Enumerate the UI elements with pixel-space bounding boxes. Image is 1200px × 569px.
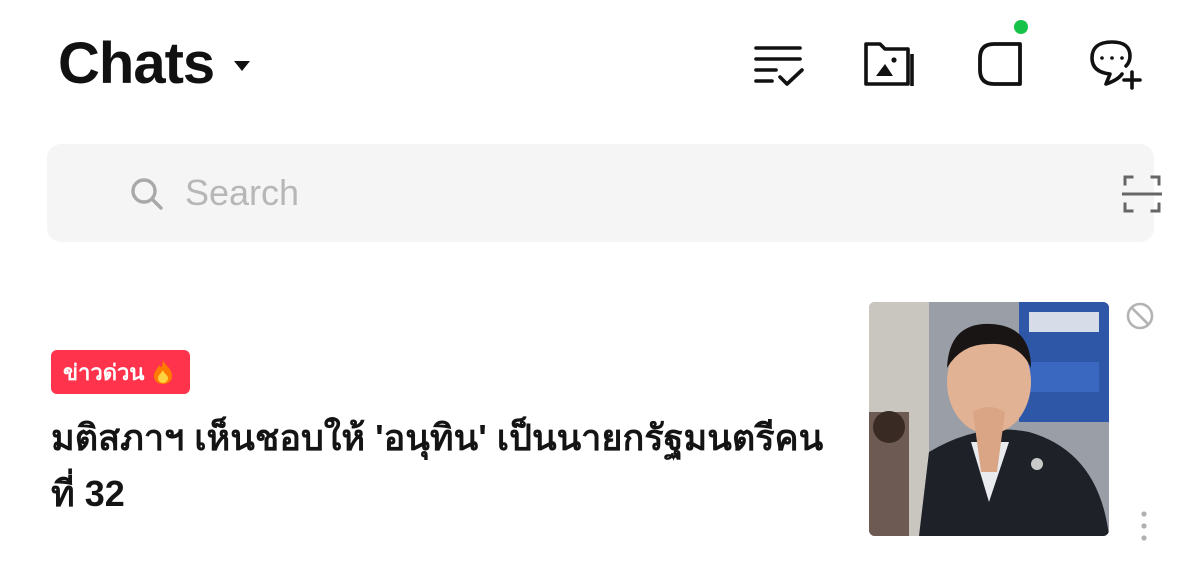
story-icon — [978, 42, 1022, 86]
new-chat-icon — [1090, 40, 1142, 90]
chats-screen: Chats Search ข่าวด่วน มติสภาฯ เห็นชอบให้… — [0, 0, 1200, 569]
news-thumbnail — [869, 302, 1109, 536]
page-title: Chats — [58, 31, 215, 96]
edit-list-icon — [754, 46, 804, 86]
caret-down-icon — [234, 61, 251, 71]
news-photo — [869, 302, 1109, 536]
badge-label: ข่าวด่วน — [63, 359, 145, 385]
qr-scan-icon[interactable] — [1122, 174, 1162, 214]
album-icon — [864, 42, 914, 86]
edit-chats-button[interactable] — [748, 34, 808, 94]
search-bar[interactable] — [47, 144, 1162, 242]
chats-title-dropdown[interactable]: Chats — [58, 30, 252, 98]
news-headline: มติสภาฯ เห็นชอบให้ 'อนุทิน' เป็นนายกรัฐม… — [51, 417, 824, 514]
search-input[interactable] — [185, 166, 1045, 220]
new-chat-button[interactable] — [1084, 34, 1144, 94]
story-button[interactable] — [970, 20, 1030, 94]
search-icon — [131, 178, 163, 210]
fire-icon — [154, 360, 173, 384]
album-button[interactable] — [858, 34, 918, 94]
breaking-news-badge: ข่าวด่วน — [51, 350, 191, 394]
hide-news-icon[interactable] — [1124, 300, 1156, 332]
news-card[interactable]: ข่าวด่วน มติสภาฯ เห็นชอบให้ 'อนุทิน' เป็… — [0, 290, 1200, 560]
more-options-icon[interactable] — [1132, 506, 1156, 546]
notification-dot — [1014, 20, 1028, 34]
